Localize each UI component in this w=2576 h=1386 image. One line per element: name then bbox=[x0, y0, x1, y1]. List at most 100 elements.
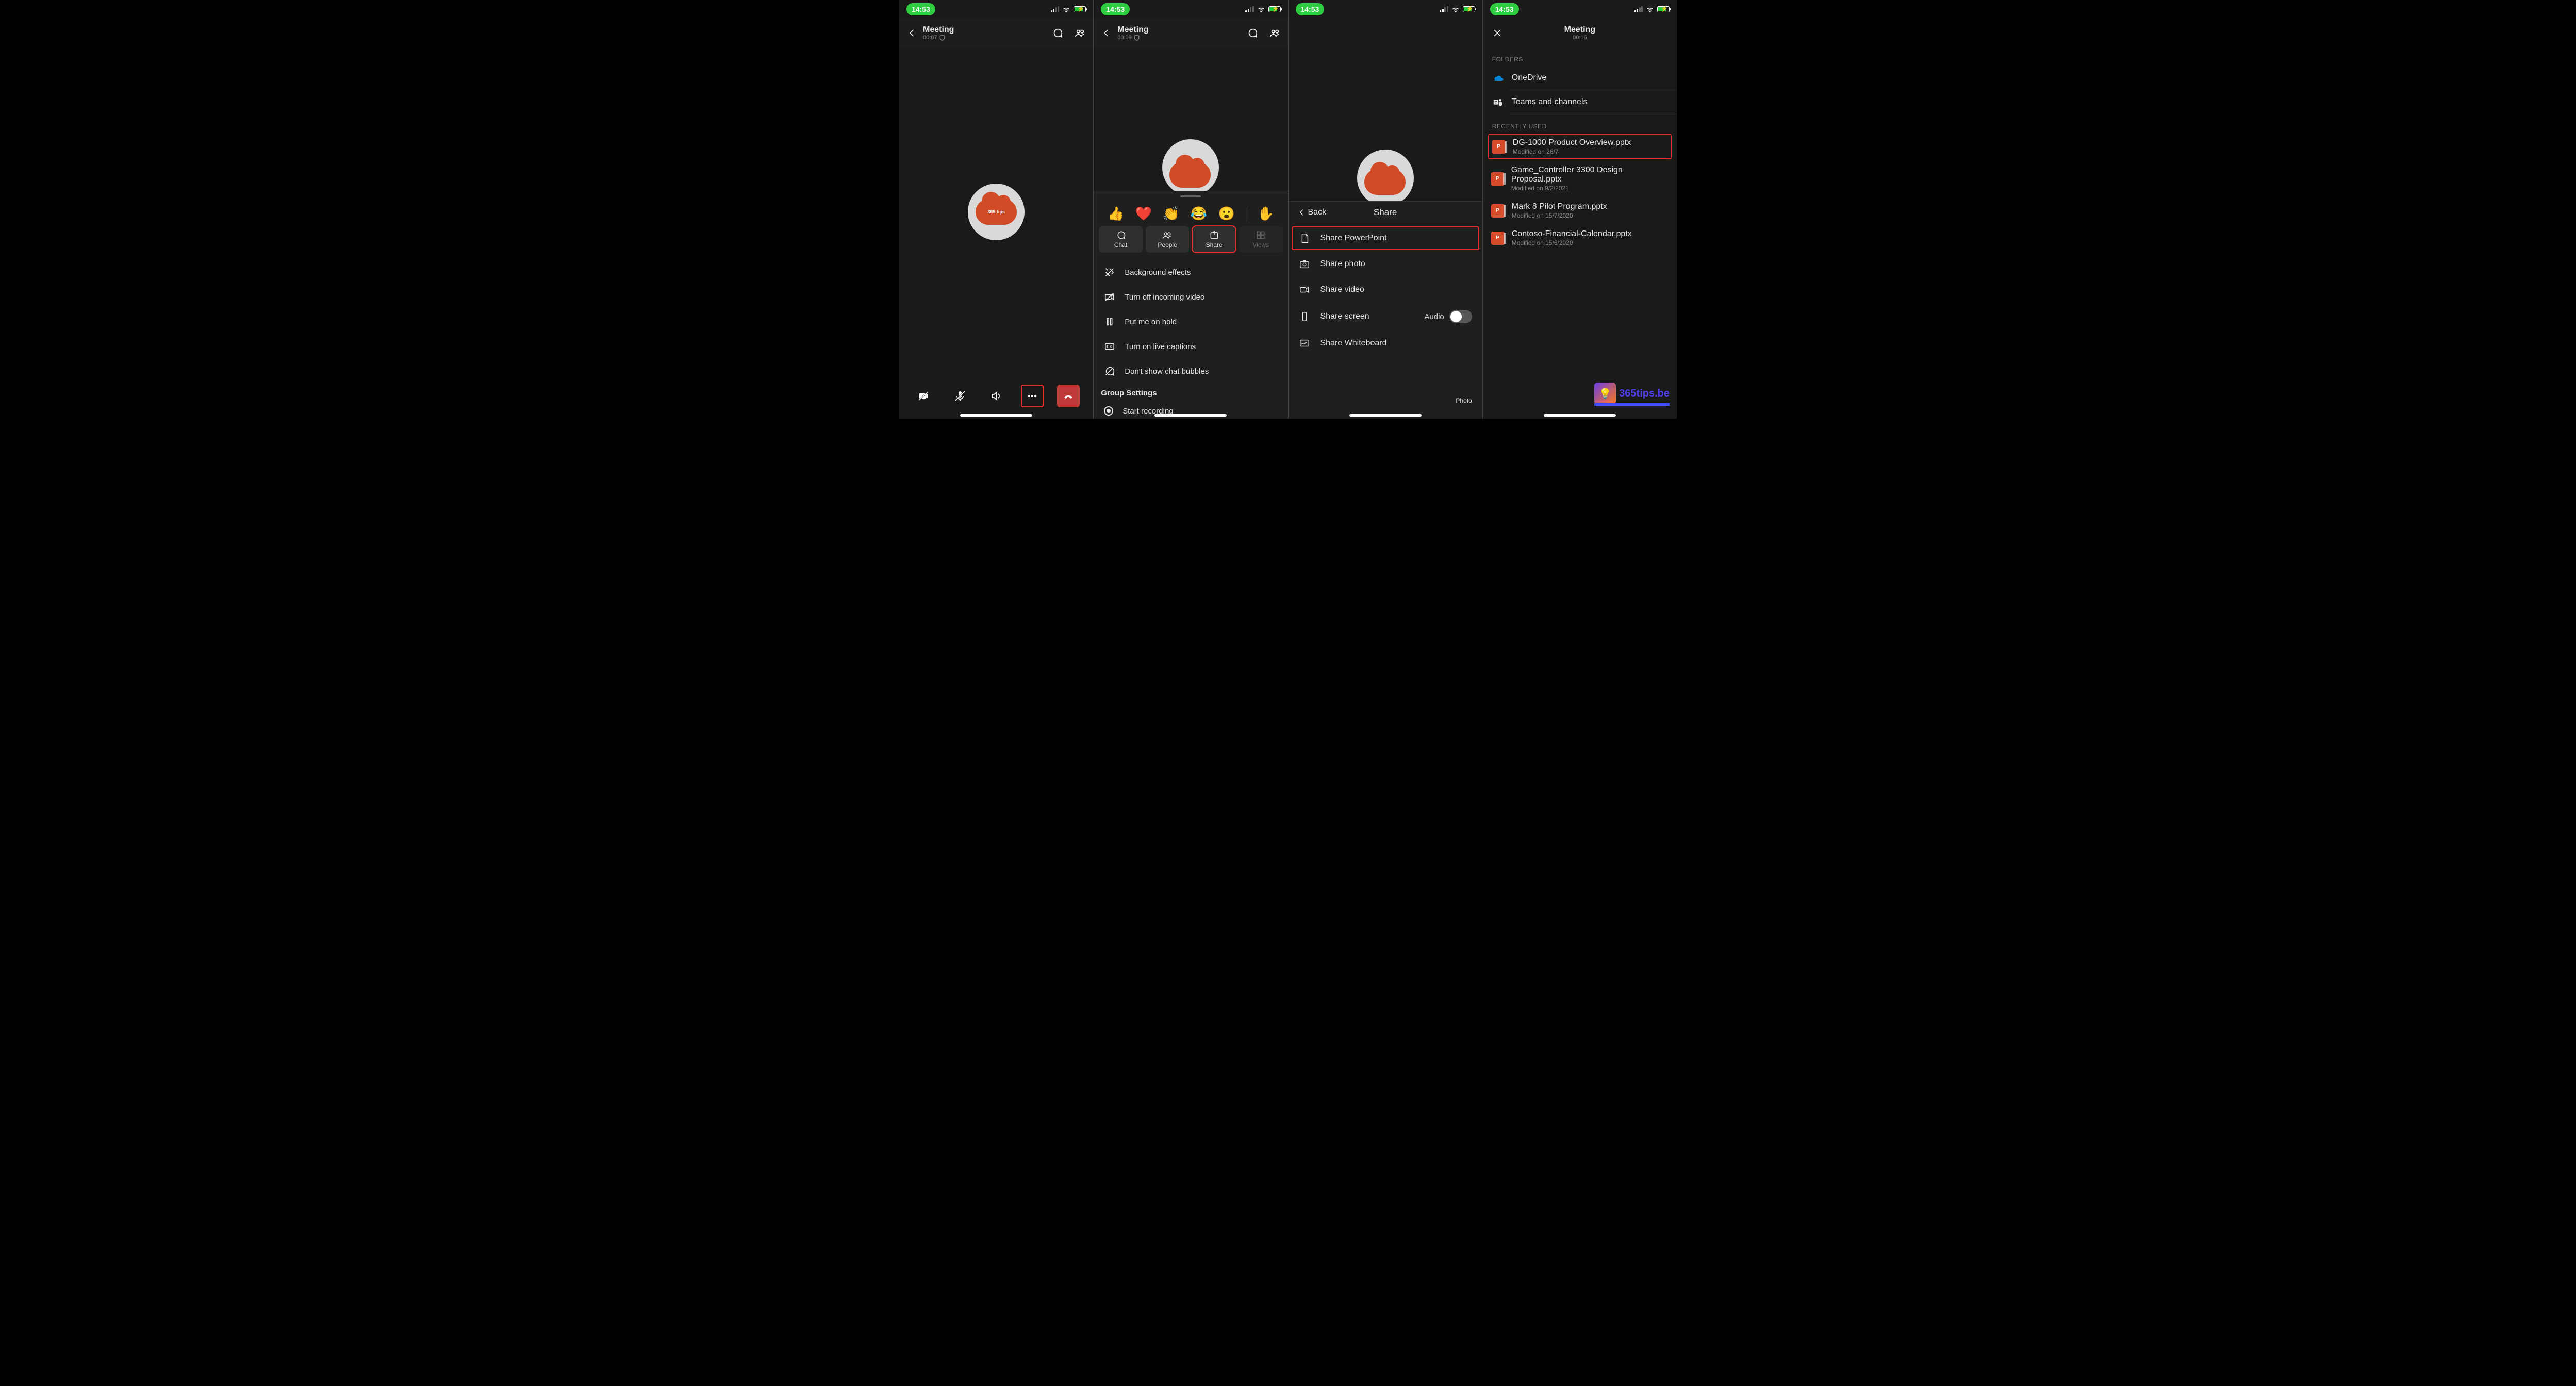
share-header: Back Share bbox=[1289, 202, 1482, 223]
chat-icon[interactable] bbox=[1051, 26, 1064, 40]
action-buttons-row: Chat People Share Views bbox=[1094, 226, 1287, 258]
share-whiteboard[interactable]: Share Whiteboard bbox=[1289, 331, 1482, 356]
menu-hide-chat-bubbles[interactable]: Don't show chat bubbles bbox=[1094, 359, 1287, 384]
browser-title: Meeting bbox=[1564, 25, 1595, 35]
participant-avatar-partial bbox=[1162, 139, 1219, 196]
participant-view: 365 tips bbox=[899, 46, 1093, 377]
share-photo[interactable]: Share photo bbox=[1289, 251, 1482, 277]
section-group-settings: Group Settings bbox=[1094, 384, 1287, 400]
wifi-icon bbox=[1062, 6, 1070, 12]
status-time: 14:53 bbox=[1296, 3, 1325, 15]
hangup-button[interactable] bbox=[1057, 385, 1080, 407]
sheet-grip[interactable] bbox=[1180, 195, 1201, 197]
home-indicator bbox=[1544, 414, 1616, 417]
share-back-button[interactable]: Back bbox=[1298, 208, 1327, 217]
meeting-elapsed: 00:07 bbox=[923, 35, 937, 41]
onedrive-icon bbox=[1491, 71, 1505, 85]
action-people[interactable]: People bbox=[1146, 226, 1190, 253]
status-time: 14:53 bbox=[1490, 3, 1519, 15]
folder-onedrive[interactable]: OneDrive bbox=[1509, 66, 1677, 90]
share-video[interactable]: Share video bbox=[1289, 277, 1482, 303]
options-menu: Background effects Turn off incoming vid… bbox=[1094, 258, 1287, 419]
powerpoint-icon: P bbox=[1492, 140, 1506, 154]
section-recent: Recently Used bbox=[1483, 114, 1677, 133]
screen-3-share-menu: 14:53 ⚡ Back Share Share PowerPoint Shar… bbox=[1289, 0, 1483, 419]
home-indicator bbox=[1349, 414, 1422, 417]
audio-toggle[interactable] bbox=[1449, 310, 1472, 323]
participant-avatar-partial bbox=[1357, 150, 1414, 206]
status-bar: 14:53 ⚡ bbox=[1094, 0, 1287, 19]
meeting-header: Meeting 00:07 bbox=[899, 19, 1093, 47]
reaction-heart[interactable]: ❤️ bbox=[1135, 206, 1152, 222]
folder-teams-channels[interactable]: T Teams and channels bbox=[1509, 90, 1677, 114]
reaction-thumbs-up[interactable]: 👍 bbox=[1108, 206, 1124, 222]
status-bar: 14:53 ⚡ bbox=[1483, 0, 1677, 19]
section-folders: Folders bbox=[1483, 47, 1677, 66]
reaction-laugh[interactable]: 😂 bbox=[1191, 206, 1207, 222]
screen-1-meeting-call: 14:53 ⚡ Meeting 00:07 365 tips bbox=[899, 0, 1094, 419]
svg-text:T: T bbox=[1495, 100, 1497, 105]
status-indicators: ⚡ bbox=[1245, 6, 1281, 12]
camera-toggle[interactable] bbox=[913, 385, 935, 407]
chat-icon[interactable] bbox=[1246, 26, 1259, 40]
browser-header: Meeting 00:16 bbox=[1483, 19, 1677, 47]
back-button[interactable] bbox=[1100, 26, 1113, 40]
file-item[interactable]: P Contoso-Financial-Calendar.pptx Modifi… bbox=[1483, 224, 1677, 252]
menu-background-effects[interactable]: Background effects bbox=[1094, 260, 1287, 285]
battery-icon: ⚡ bbox=[1463, 6, 1475, 12]
watermark-icon: 💡 bbox=[1594, 383, 1616, 404]
action-views[interactable]: Views bbox=[1239, 226, 1283, 253]
call-controls bbox=[899, 385, 1093, 407]
reactions-row: 👍 ❤️ 👏 😂 😮 ✋ bbox=[1094, 202, 1287, 226]
menu-live-captions[interactable]: Turn on live captions bbox=[1094, 334, 1287, 359]
reaction-surprised[interactable]: 😮 bbox=[1218, 206, 1235, 222]
action-share[interactable]: Share bbox=[1192, 226, 1236, 253]
battery-icon: ⚡ bbox=[1268, 6, 1281, 12]
status-time: 14:53 bbox=[906, 3, 935, 15]
cellular-icon bbox=[1051, 6, 1060, 12]
more-options-button[interactable] bbox=[1021, 385, 1044, 407]
more-options-sheet: 👍 ❤️ 👏 😂 😮 ✋ Chat People Share V bbox=[1094, 191, 1287, 419]
menu-turn-off-incoming-video[interactable]: Turn off incoming video bbox=[1094, 285, 1287, 309]
menu-put-on-hold[interactable]: Put me on hold bbox=[1094, 309, 1287, 334]
share-powerpoint[interactable]: Share PowerPoint bbox=[1292, 226, 1479, 250]
status-indicators: ⚡ bbox=[1634, 6, 1670, 12]
meeting-header: Meeting 00:09 bbox=[1094, 19, 1287, 47]
home-indicator bbox=[1154, 414, 1227, 417]
wifi-icon bbox=[1451, 6, 1460, 12]
meeting-elapsed: 00:09 bbox=[1117, 35, 1132, 41]
powerpoint-icon: P bbox=[1491, 172, 1504, 186]
shield-icon bbox=[939, 35, 945, 41]
back-button[interactable] bbox=[905, 26, 919, 40]
powerpoint-icon: P bbox=[1491, 204, 1505, 218]
reaction-raise-hand[interactable]: ✋ bbox=[1257, 206, 1274, 222]
cellular-icon bbox=[1634, 6, 1643, 12]
meeting-title: Meeting bbox=[1117, 25, 1148, 35]
status-time: 14:53 bbox=[1101, 3, 1130, 15]
wifi-icon bbox=[1257, 6, 1265, 12]
people-icon[interactable] bbox=[1074, 26, 1087, 40]
cellular-icon bbox=[1440, 6, 1448, 12]
record-icon bbox=[1104, 406, 1113, 416]
cellular-icon bbox=[1245, 6, 1254, 12]
participant-avatar: 365 tips bbox=[968, 184, 1025, 240]
teams-icon: T bbox=[1491, 95, 1505, 109]
speaker-toggle[interactable] bbox=[985, 385, 1008, 407]
screen-4-file-browser: 14:53 ⚡ Meeting 00:16 Folders OneDrive T bbox=[1483, 0, 1677, 419]
close-button[interactable] bbox=[1490, 26, 1505, 40]
file-item[interactable]: P Game_Controller 3300 Design Proposal.p… bbox=[1483, 160, 1677, 197]
status-indicators: ⚡ bbox=[1440, 6, 1475, 12]
action-chat[interactable]: Chat bbox=[1099, 226, 1143, 253]
browser-elapsed: 00:16 bbox=[1564, 35, 1595, 41]
file-item[interactable]: P Mark 8 Pilot Program.pptx Modified on … bbox=[1483, 197, 1677, 224]
file-item[interactable]: P DG-1000 Product Overview.pptx Modified… bbox=[1488, 134, 1672, 159]
mic-toggle[interactable] bbox=[949, 385, 971, 407]
reaction-clap[interactable]: 👏 bbox=[1163, 206, 1179, 222]
screen-2-more-options: 14:53 ⚡ Meeting 00:09 👍 ❤️ 👏 😂 bbox=[1094, 0, 1288, 419]
audio-label: Audio bbox=[1424, 312, 1444, 321]
battery-icon: ⚡ bbox=[1074, 6, 1086, 12]
people-icon[interactable] bbox=[1268, 26, 1282, 40]
watermark: 💡 365tips.be bbox=[1594, 383, 1670, 404]
share-screen[interactable]: Share screen Audio bbox=[1289, 303, 1482, 331]
toolbar-photo-label: Photo bbox=[1456, 397, 1472, 404]
